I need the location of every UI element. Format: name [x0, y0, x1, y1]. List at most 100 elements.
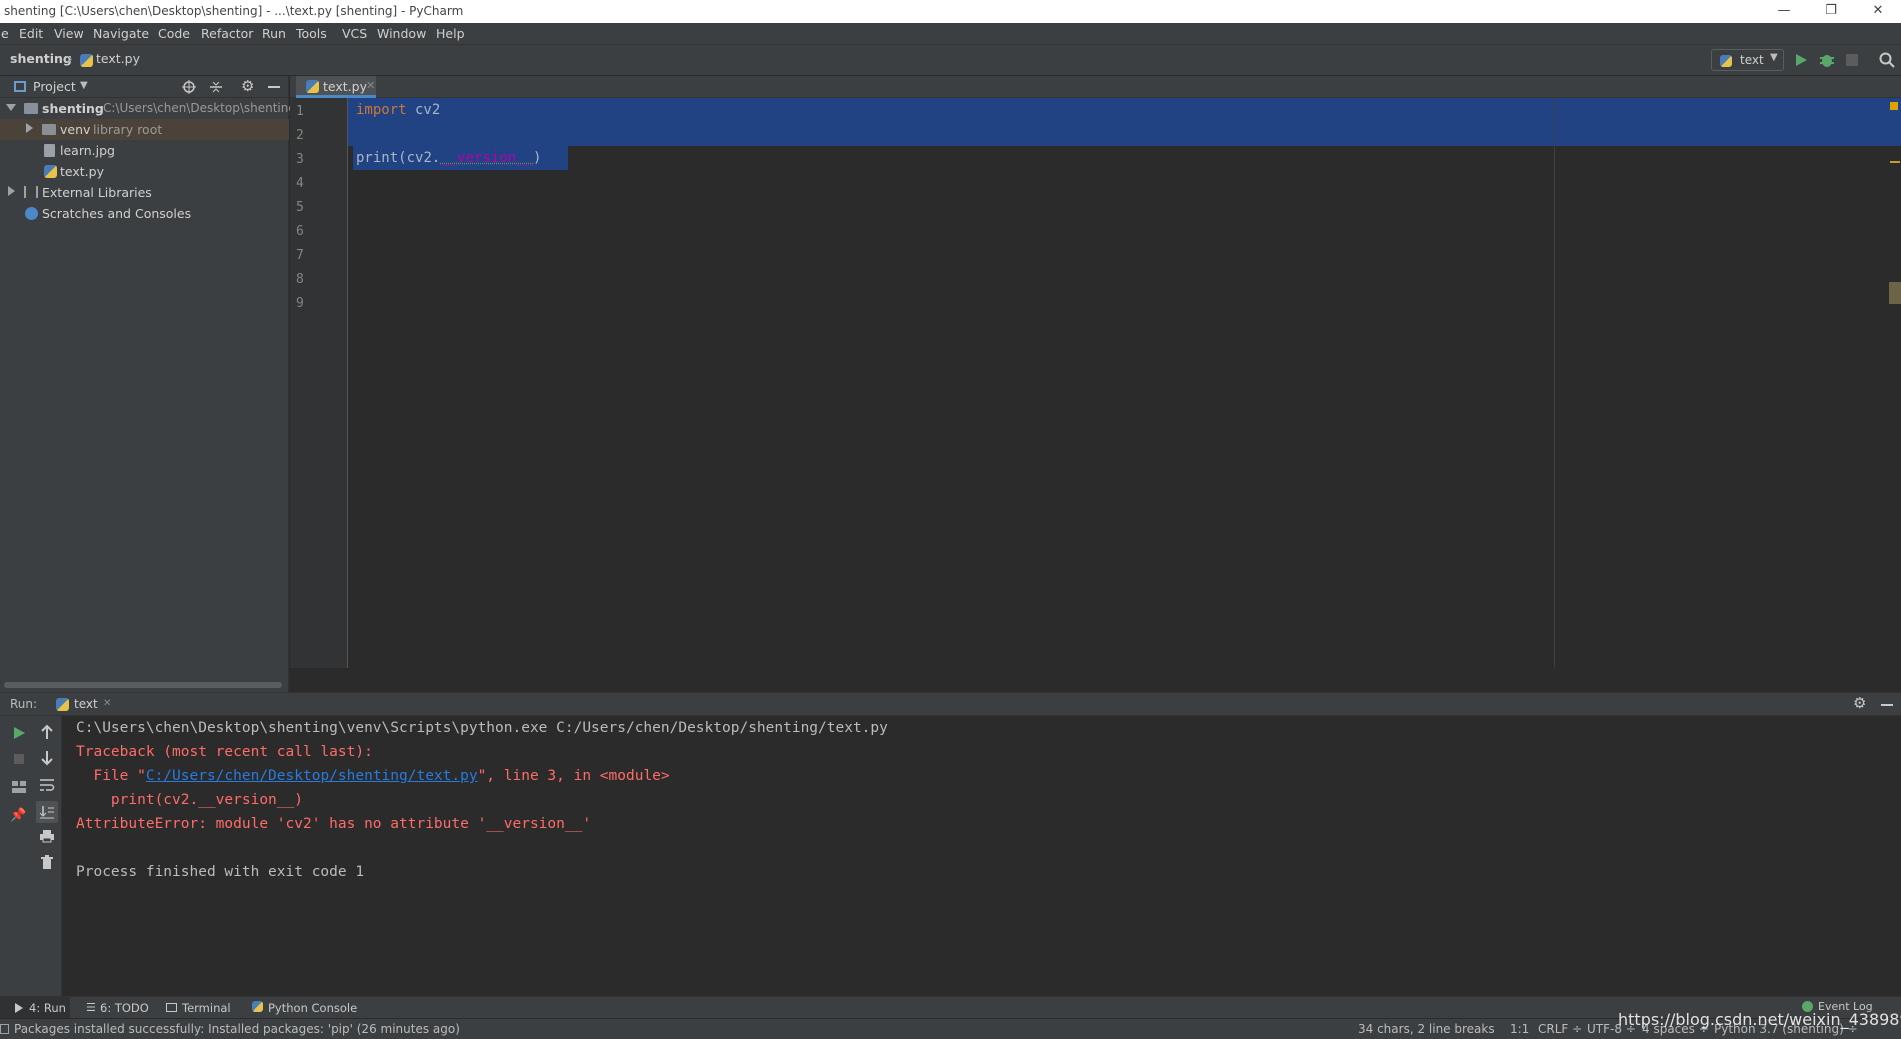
collapsed-arrow-icon[interactable] — [26, 123, 33, 133]
python-icon — [252, 1001, 263, 1012]
console-text: ", line 3, in <module> — [477, 768, 670, 784]
line-number: 7 — [296, 248, 304, 263]
soft-wrap-icon[interactable] — [39, 778, 55, 792]
menu-window[interactable]: Window — [377, 26, 426, 41]
tool-window-todo-label: 6: TODO — [100, 1001, 149, 1015]
collapse-all-icon[interactable] — [209, 80, 223, 94]
breadcrumb-file[interactable]: text.py — [96, 51, 140, 66]
gear-icon[interactable]: ⚙ — [1853, 694, 1866, 712]
status-toggle-icon[interactable] — [0, 1024, 9, 1034]
title-bar: shenting [C:\Users\chen\Desktop\shenting… — [0, 0, 1901, 23]
menu-code[interactable]: Code — [158, 26, 190, 41]
tree-file-label: learn.jpg — [60, 143, 115, 158]
layout-icon[interactable] — [11, 780, 27, 794]
close-tab-icon[interactable]: ✕ — [366, 79, 375, 92]
menu-edit[interactable]: Edit — [19, 26, 43, 41]
console-command-line: C:\Users\chen\Desktop\shenting\venv\Scri… — [76, 720, 888, 736]
restore-button[interactable]: ❐ — [1810, 0, 1852, 23]
status-line-separator[interactable]: CRLF ÷ — [1538, 1022, 1582, 1036]
editor-tab[interactable]: text.py ✕ — [296, 76, 376, 98]
trash-icon[interactable] — [40, 854, 54, 870]
menu-tools[interactable]: Tools — [296, 26, 327, 41]
scroll-thumb[interactable] — [1889, 282, 1901, 304]
error-stripe-marker[interactable] — [1890, 161, 1900, 163]
run-console[interactable]: C:\Users\chen\Desktop\shenting\venv\Scri… — [62, 716, 1901, 996]
run-config-label: text — [1740, 53, 1764, 67]
tool-window-terminal[interactable]: Terminal — [166, 997, 246, 1018]
python-file-icon — [306, 80, 319, 93]
navigation-bar: shenting › text.py text ▼ — [0, 44, 1901, 76]
hide-panel-icon[interactable] — [1881, 704, 1893, 706]
menu-view[interactable]: View — [54, 26, 84, 41]
project-icon — [14, 81, 26, 92]
stop-icon[interactable] — [1845, 53, 1859, 67]
tree-item-scratches[interactable]: Scratches and Consoles — [0, 203, 289, 224]
up-arrow-icon[interactable] — [40, 724, 54, 740]
breadcrumb-project[interactable]: shenting — [10, 51, 72, 66]
folder-icon — [42, 124, 56, 135]
traceback-file-link[interactable]: C:/Users/chen/Desktop/shenting/text.py — [146, 768, 478, 784]
gear-icon[interactable]: ⚙ — [241, 77, 254, 95]
scroll-to-end-icon — [39, 806, 54, 819]
status-message[interactable]: Packages installed successfully: Install… — [14, 1022, 460, 1036]
close-button[interactable]: ✕ — [1857, 0, 1899, 23]
status-bar: Packages installed successfully: Install… — [0, 1010, 1901, 1039]
console-error-line: Traceback (most recent call last): — [76, 744, 373, 760]
tree-item-file[interactable]: learn.jpg — [0, 140, 289, 161]
tool-window-python-console[interactable]: Python Console — [250, 997, 360, 1018]
tree-item-venv[interactable]: venv library root — [0, 119, 289, 140]
chevron-down-icon: ▼ — [1770, 52, 1778, 63]
tool-window-bar: 4: Run ☰ 6: TODO Terminal Python Console… — [0, 996, 1901, 1018]
tool-window-todo[interactable]: ☰ 6: TODO — [84, 997, 154, 1018]
tool-window-run[interactable]: 4: Run — [0, 997, 70, 1018]
horizontal-scrollbar[interactable] — [4, 682, 282, 688]
tree-item-file[interactable]: text.py — [0, 161, 289, 182]
image-file-icon — [44, 144, 55, 157]
locate-icon[interactable] — [182, 80, 196, 94]
python-icon — [56, 698, 69, 711]
python-file-icon — [80, 54, 93, 67]
tree-item-external-libraries[interactable]: External Libraries — [0, 182, 289, 203]
chevron-down-icon[interactable]: ▼ — [80, 80, 88, 91]
menu-file[interactable]: e — [1, 26, 9, 41]
python-file-icon — [44, 165, 57, 178]
function-name: print — [356, 150, 399, 166]
debug-icon[interactable] — [1819, 52, 1835, 68]
tree-root-path: C:\Users\chen\Desktop\shenting — [103, 101, 296, 115]
run-config-selector[interactable]: text ▼ — [1711, 49, 1784, 71]
collapsed-arrow-icon[interactable] — [8, 186, 15, 196]
search-icon[interactable] — [1879, 52, 1895, 68]
menu-refactor[interactable]: Refactor — [201, 26, 253, 41]
tree-item-root[interactable]: shenting C:\Users\chen\Desktop\shenting — [0, 98, 296, 119]
code-text: (cv2. — [398, 150, 441, 166]
tree-external-label: External Libraries — [42, 185, 152, 200]
rerun-icon[interactable] — [12, 726, 26, 740]
keyword: import — [356, 102, 407, 118]
run-tab-label[interactable]: text — [74, 697, 98, 711]
console-error-line: AttributeError: module 'cv2' has no attr… — [76, 816, 592, 832]
stop-icon[interactable] — [12, 752, 26, 766]
status-caret-position[interactable]: 1:1 — [1510, 1022, 1529, 1036]
expanded-arrow-icon[interactable] — [6, 104, 16, 111]
menu-run[interactable]: Run — [262, 26, 286, 41]
code-editor[interactable]: 1 2 3 4 5 6 7 8 9 import cv2 print(cv2._… — [290, 98, 1901, 668]
tool-window-python-console-label: Python Console — [268, 1001, 358, 1015]
code-line: import cv2 — [356, 102, 440, 118]
menu-help[interactable]: Help — [436, 26, 465, 41]
down-arrow-icon[interactable] — [40, 750, 54, 766]
warning-marker-icon[interactable] — [1890, 102, 1898, 110]
pin-icon[interactable]: 📌 — [10, 808, 26, 824]
console-error-line: File "C:/Users/chen/Desktop/shenting/tex… — [76, 768, 670, 784]
project-panel: Project ▼ ⚙ shenting C:\Users\chen\Deskt… — [0, 76, 296, 692]
hide-panel-icon[interactable] — [268, 86, 280, 88]
print-icon[interactable] — [39, 829, 55, 843]
scroll-to-end-button[interactable] — [36, 801, 58, 823]
project-view-label[interactable]: Project — [33, 79, 76, 94]
menu-navigate[interactable]: Navigate — [93, 26, 149, 41]
close-tab-icon[interactable]: ✕ — [103, 698, 111, 709]
minimize-button[interactable]: — — [1763, 0, 1805, 23]
project-panel-header: Project ▼ ⚙ — [0, 76, 289, 98]
line-number: 8 — [296, 272, 304, 287]
menu-vcs[interactable]: VCS — [342, 26, 367, 41]
run-icon[interactable] — [1794, 53, 1808, 67]
